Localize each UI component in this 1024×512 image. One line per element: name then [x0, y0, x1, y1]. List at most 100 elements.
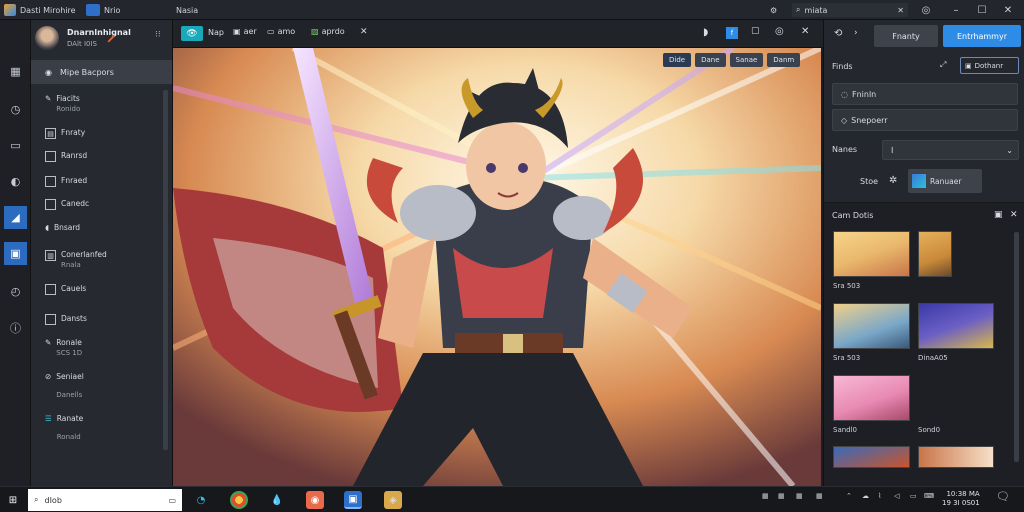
option-row[interactable]: ◇ Snepoerr — [832, 109, 1018, 131]
canvas-chip[interactable]: Sanae — [729, 53, 764, 67]
settings-icon[interactable]: ⚙ — [770, 3, 777, 17]
tool-amo[interactable]: ▭ amo — [267, 27, 295, 36]
list-item[interactable]: Canedc — [45, 199, 165, 210]
gallery-thumbnail[interactable] — [918, 303, 994, 349]
close-icon[interactable]: ✕ — [897, 6, 904, 15]
chevron-right-icon[interactable]: › — [854, 28, 858, 38]
gallery-scrollbar[interactable] — [1014, 232, 1019, 462]
list-item[interactable]: ▥ Conerlanfed Rnala — [45, 250, 165, 270]
tray-icon[interactable]: ▦ — [816, 492, 823, 500]
image-icon[interactable]: ▣ — [4, 242, 27, 265]
minimize-button[interactable]: – — [948, 2, 964, 18]
chart-icon[interactable]: ◢ — [4, 206, 27, 229]
taskbar-clock[interactable]: 10:38 MA 19 3I 0S01 — [942, 490, 980, 508]
list-item[interactable]: Cauels — [45, 284, 165, 295]
gallery-thumbnail[interactable] — [918, 446, 994, 468]
more-icon[interactable]: ⁝⁝ — [155, 30, 161, 40]
magic-wand-icon[interactable]: ✲ — [889, 175, 897, 186]
start-button[interactable]: ⊞ — [4, 491, 22, 509]
editor-app-icon[interactable]: ▣ — [344, 491, 362, 509]
grid-icon[interactable]: ▦ — [4, 60, 27, 83]
image-canvas[interactable]: Dide Dane Sanae Danm — [173, 48, 821, 486]
expand-icon[interactable]: ⤢ — [940, 60, 946, 70]
tool-aer[interactable]: ▣ aer — [233, 27, 257, 36]
tray-icon[interactable]: ▦ — [762, 492, 769, 500]
list-item[interactable]: ✎ Fiacits Ronido — [45, 94, 165, 114]
list-item[interactable]: Ranrsd — [45, 151, 165, 162]
gallery-thumbnail[interactable] — [833, 446, 910, 468]
primary-button[interactable]: Entrhammyr — [943, 25, 1021, 47]
tab-nasia[interactable]: Nasia — [176, 3, 198, 17]
close-icon[interactable]: ✕ — [360, 27, 368, 37]
volume-icon[interactable]: ◁ — [894, 492, 899, 500]
photos-icon[interactable]: ◉ — [306, 491, 324, 509]
battery-icon[interactable]: ▭ — [910, 492, 917, 500]
gallery-thumbnail[interactable] — [833, 375, 910, 421]
globe-icon[interactable]: ◎ — [775, 26, 784, 37]
list-item[interactable]: ⊘ Seniael Danells — [45, 372, 165, 400]
clock-icon[interactable]: ◴ — [4, 280, 27, 303]
app-name: Dasti Mirohire — [20, 5, 76, 15]
language-icon[interactable]: ⌨ — [924, 492, 934, 500]
section-button[interactable]: ▣ Dothanr — [960, 57, 1019, 74]
chrome-icon[interactable] — [230, 491, 248, 509]
gallery-thumbnail[interactable] — [833, 231, 910, 277]
history-icon[interactable]: ◷ — [4, 98, 27, 121]
avatar[interactable] — [35, 26, 59, 50]
image-icon: ▣ — [965, 61, 972, 70]
layer-icon — [45, 151, 56, 162]
network-icon[interactable]: ⌇ — [878, 492, 881, 500]
frame-icon[interactable]: ▭ — [4, 134, 27, 157]
info-icon[interactable]: ⓘ — [4, 316, 27, 339]
crop-icon: ▭ — [267, 27, 275, 36]
canvas-chip[interactable]: Dane — [695, 53, 726, 67]
facebook-icon[interactable]: f — [726, 27, 738, 39]
notification-icon[interactable]: 🗨 — [996, 490, 1010, 503]
back-icon[interactable]: ⟲ — [834, 28, 842, 39]
taskbar: ⊞ ⌕ dIob ▭ ◔ 💧 ◉ ▣ ◈ ▦ ▦ ▦ ▦ ⌃ ☁ ⌇ ◁ ▭ ⌨… — [0, 486, 1024, 512]
layer-icon — [45, 199, 56, 210]
layers-header[interactable]: ◉ Mipe Bacpors — [31, 60, 172, 84]
tool-nap[interactable]: Nap — [208, 28, 224, 37]
tool-aprdo[interactable]: ▨ aprdo — [311, 27, 345, 36]
canvas-chip[interactable]: Dide — [663, 53, 692, 67]
globe-icon[interactable]: ◐ — [4, 170, 27, 193]
gallery-thumbnail[interactable] — [833, 303, 910, 349]
list-item[interactable]: ☰ Ranate Ronald — [45, 414, 165, 442]
close-icon[interactable]: ✕ — [801, 26, 809, 37]
edge-icon[interactable]: ◔ — [192, 491, 210, 509]
shield-icon[interactable]: ◗ — [703, 27, 708, 38]
canvas-chip[interactable]: Danm — [767, 53, 801, 67]
layer-icon — [45, 284, 56, 295]
tray-icon[interactable]: ▦ — [796, 492, 803, 500]
game-icon[interactable]: ◈ — [384, 491, 402, 509]
frame-icon[interactable]: ▢ — [751, 26, 760, 36]
option-row[interactable]: ◌ Fninln — [832, 83, 1018, 105]
maximize-button[interactable]: ☐ — [974, 2, 990, 18]
list-item[interactable]: ▤ Fnraty — [45, 128, 165, 139]
close-window-button[interactable]: ✕ — [1000, 2, 1016, 18]
view-eye-icon[interactable]: 👁 — [181, 26, 203, 41]
layer-icon — [45, 176, 56, 187]
chevron-up-icon[interactable]: ⌃ — [846, 492, 852, 500]
cloud-icon[interactable]: ☁ — [862, 492, 869, 500]
search-icon: ⌕ — [796, 5, 801, 14]
close-icon[interactable]: ✕ — [1010, 210, 1018, 220]
title-bar: Dasti Mirohire Nrio Nasia ⚙ ⌕ miata ✕ ◎ … — [0, 0, 1024, 20]
app-logo-icon — [4, 4, 16, 16]
gallery-thumbnail[interactable] — [918, 231, 952, 277]
title-search-field[interactable]: ⌕ miata ✕ — [792, 3, 908, 17]
water-drop-icon[interactable]: 💧 — [268, 491, 286, 509]
tab-nrio[interactable]: Nrio — [86, 3, 120, 17]
taskbar-search-input[interactable]: ⌕ dIob ▭ — [28, 489, 182, 511]
tray-icon[interactable]: ▦ — [778, 492, 785, 500]
account-icon[interactable]: ◎ — [918, 2, 934, 18]
size-chip[interactable]: Ranuaer — [908, 169, 982, 193]
image-add-icon[interactable]: ▣ — [994, 210, 1003, 220]
name-select[interactable]: I ⌄ — [882, 140, 1019, 160]
list-item[interactable]: ◖ Bnsard — [45, 223, 165, 233]
list-item[interactable]: Fnraed — [45, 176, 165, 187]
list-item[interactable]: Dansts — [45, 314, 165, 325]
secondary-button[interactable]: Fnanty — [874, 25, 938, 47]
list-item[interactable]: ✎ Ronale SCS 1D — [45, 338, 165, 358]
